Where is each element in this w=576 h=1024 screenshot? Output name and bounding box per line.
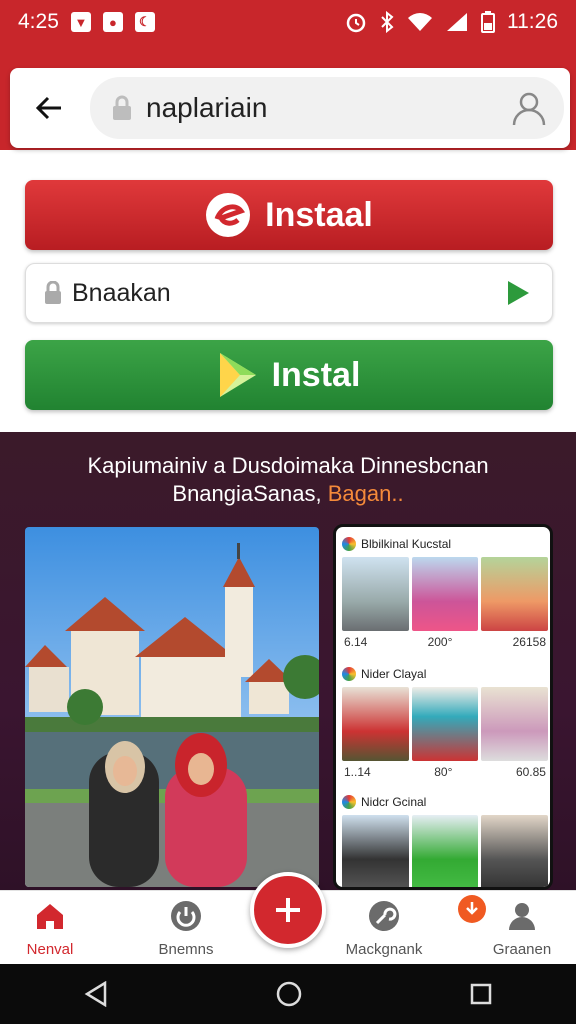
feed-thumbnail[interactable] bbox=[481, 557, 549, 631]
lock-icon bbox=[113, 95, 131, 120]
play-icon[interactable] bbox=[506, 280, 530, 306]
home-icon bbox=[37, 904, 63, 929]
feed-title: Blbilkinal Kucstal bbox=[361, 537, 452, 551]
back-triangle-icon[interactable] bbox=[84, 981, 108, 1007]
signal-icon bbox=[447, 13, 467, 31]
notification-icon: ▼ bbox=[70, 12, 91, 32]
nav-label: Graanen bbox=[492, 941, 552, 958]
back-arrow-icon bbox=[35, 96, 61, 120]
feed-title: Nidcr Gcinal bbox=[361, 795, 427, 809]
person-icon bbox=[509, 903, 535, 930]
nav-label: Bnemns bbox=[158, 941, 214, 958]
install-button-green[interactable]: Instal bbox=[25, 340, 553, 410]
plus-icon bbox=[276, 898, 300, 922]
feed-section: Blbilkinal Kucstal 6.14 200° 26158 bbox=[342, 535, 549, 649]
nav-item-profile[interactable]: Graanen bbox=[472, 891, 572, 958]
nav-item-power[interactable]: Bnemns bbox=[136, 891, 236, 958]
feed-thumbnail[interactable] bbox=[481, 687, 549, 761]
colorful-logo-icon bbox=[342, 795, 356, 809]
download-badge-icon bbox=[458, 895, 486, 923]
promo-line-2-text: BnangiaSanas, bbox=[172, 481, 322, 506]
brand-logo-icon bbox=[206, 193, 251, 237]
status-bar: 4:25 ▼ ● ☾ 11:26 bbox=[0, 0, 576, 44]
feed-section: Nider Clayal 1..14 80° 60.85 bbox=[342, 665, 549, 779]
promo-line-1: Kapiumainiv a Dusdoimaka Dinnesbcnan bbox=[87, 453, 489, 478]
nav-label: Nenval bbox=[26, 941, 74, 958]
system-navigation-bar bbox=[0, 964, 576, 1024]
feed-stat: 80° bbox=[434, 765, 453, 779]
phone-mockup: Blbilkinal Kucstal 6.14 200° 26158 Nider C… bbox=[333, 524, 553, 890]
play-store-icon bbox=[219, 353, 256, 397]
colorful-logo-icon bbox=[342, 537, 356, 551]
camera-icon: ● bbox=[102, 12, 123, 32]
back-button[interactable] bbox=[10, 68, 88, 148]
moon-icon: ☾ bbox=[134, 12, 155, 32]
install-button-red[interactable]: Instaal bbox=[25, 180, 553, 250]
feed-thumbnail[interactable] bbox=[411, 687, 479, 761]
bluetooth-icon bbox=[381, 11, 394, 33]
package-field-text: Bnaakan bbox=[72, 278, 171, 307]
nav-label: Mackgnank bbox=[345, 941, 423, 958]
recents-square-icon[interactable] bbox=[470, 983, 492, 1005]
wrench-icon bbox=[369, 901, 399, 931]
wifi-icon bbox=[408, 13, 432, 31]
feed-stat: 200° bbox=[427, 635, 453, 649]
promo-headline: Kapiumainiv a Dusdoimaka Dinnesbcnan Bna… bbox=[0, 452, 576, 508]
address-bar-card: naplariain bbox=[10, 68, 570, 148]
feed-thumbnail[interactable] bbox=[342, 815, 409, 887]
feed-thumbnail[interactable] bbox=[481, 815, 549, 887]
address-text: naplariain bbox=[146, 92, 268, 123]
package-field[interactable]: Bnaakan bbox=[25, 263, 553, 323]
add-button[interactable] bbox=[250, 872, 326, 948]
power-icon bbox=[171, 901, 201, 931]
feed-title: Nider Clayal bbox=[361, 667, 427, 681]
account-icon[interactable] bbox=[510, 89, 548, 127]
lock-icon bbox=[45, 281, 61, 304]
nav-item-tools[interactable]: Mackgnank bbox=[334, 891, 434, 958]
alarm-icon bbox=[346, 13, 366, 33]
feed-stat: 26158 bbox=[512, 635, 546, 649]
install-red-label: Instaal bbox=[265, 195, 373, 234]
feed-thumbnail[interactable] bbox=[342, 557, 409, 631]
promo-highlight: Bagan.. bbox=[327, 481, 404, 506]
feed-thumbnail[interactable] bbox=[411, 815, 479, 887]
address-field[interactable]: naplariain bbox=[90, 77, 564, 139]
nav-item-home[interactable]: Nenval bbox=[0, 891, 100, 958]
home-circle-icon[interactable] bbox=[276, 981, 302, 1007]
promo-line-2: BnangiaSanas, Bagan.. bbox=[0, 480, 576, 508]
feed-stat: 6.14 bbox=[344, 635, 368, 649]
feed-section: Nidcr Gcinal bbox=[342, 793, 549, 887]
feed-thumbnail[interactable] bbox=[342, 687, 409, 761]
install-green-label: Instal bbox=[271, 355, 361, 394]
status-time-left: 4:25 bbox=[18, 10, 59, 33]
status-time-right: 11:26 bbox=[507, 10, 558, 33]
feed-stat: 1..14 bbox=[344, 765, 371, 779]
colorful-logo-icon bbox=[342, 667, 356, 681]
feed-stat: 60.85 bbox=[515, 765, 546, 779]
feed-thumbnail[interactable] bbox=[411, 557, 479, 631]
promo-photo bbox=[25, 527, 319, 887]
battery-icon bbox=[481, 11, 495, 33]
